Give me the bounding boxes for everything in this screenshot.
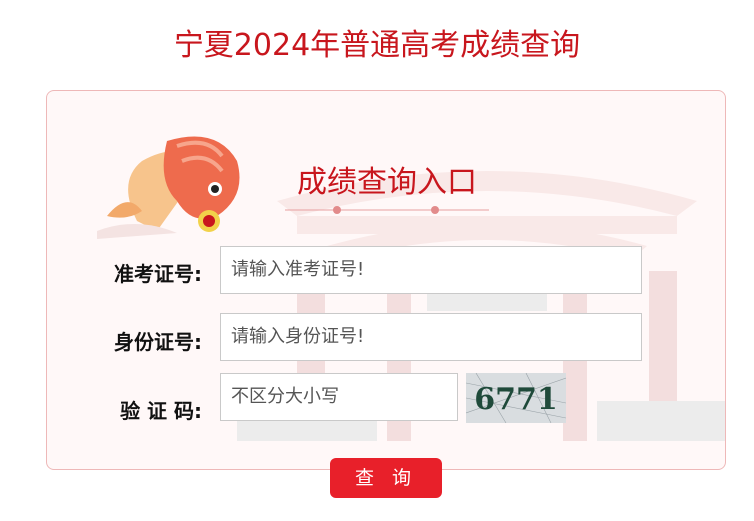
captcha-label: 验 证 码: [120,399,202,423]
title-divider [285,206,489,214]
captcha-input[interactable]: 不区分大小写 [220,373,458,421]
entry-title: 成绩查询入口 [297,165,477,200]
id-card-input[interactable]: 请输入身份证号! [220,313,642,361]
exam-id-input[interactable]: 请输入准考证号! [220,246,642,294]
page-title: 宁夏2024年普通高考成绩查询 [173,28,581,63]
exam-id-label: 准考证号: [114,262,202,286]
query-button[interactable]: 查 询 [330,458,442,498]
id-card-label: 身份证号: [114,330,202,354]
fish-icon [97,136,240,239]
captcha-image[interactable]: 6771 [466,373,566,423]
captcha-text: 6771 [474,382,558,417]
